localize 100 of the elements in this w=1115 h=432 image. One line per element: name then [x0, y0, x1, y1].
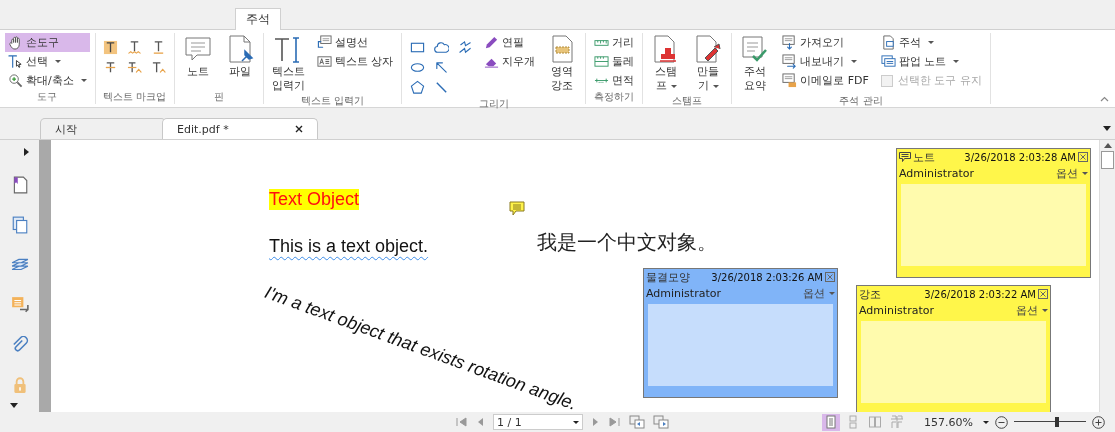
popup-author: Administrator — [859, 303, 934, 317]
popup-title: 노트 — [913, 149, 935, 165]
document-pen-icon — [693, 34, 724, 64]
document-tab[interactable]: Edit.pdf * — [162, 118, 318, 139]
caret-icon[interactable] — [927, 41, 934, 44]
caret-icon[interactable] — [712, 84, 719, 88]
ribbon-button[interactable]: 영역 강조 — [544, 33, 581, 97]
popup-title: 물결모양 — [646, 269, 690, 285]
highlighted-heading: Text Object — [269, 189, 360, 210]
ribbon-button[interactable]: 텍스트 상자 — [313, 52, 397, 71]
group-label: 스탬프 — [671, 94, 704, 108]
ribbon-button[interactable]: 파일 — [221, 33, 258, 90]
ribbon-button[interactable]: 노트 — [179, 33, 216, 90]
text-box-icon — [316, 54, 332, 69]
caret-icon[interactable] — [55, 60, 61, 63]
ribbon-button[interactable]: 지우개 — [481, 52, 539, 71]
popup-timestamp: 3/26/2018 2:03:28 AM — [964, 151, 1076, 163]
chinese-text: 我是一个中文对象。 — [537, 229, 717, 256]
scroll-down-caret-icon[interactable] — [10, 403, 18, 408]
page-layout-icon — [869, 415, 882, 429]
ribbon-button[interactable]: 주석 요약 — [737, 33, 774, 94]
page-layout-icon — [847, 415, 860, 429]
ribbon-tab[interactable]: 주석 — [235, 8, 281, 30]
options-menu[interactable]: 옵션 — [1016, 302, 1048, 318]
view-mode-button[interactable] — [822, 413, 841, 431]
group-label: 도구 — [36, 90, 59, 104]
caret-icon[interactable] — [851, 60, 858, 63]
popup-note-icon — [880, 54, 896, 69]
zoom-out-icon[interactable] — [995, 415, 1008, 429]
zoom-slider[interactable] — [1014, 416, 1086, 428]
first-page-icon[interactable] — [455, 416, 467, 428]
ribbon-button[interactable]: 가져오기 — [779, 33, 872, 52]
zoom-level-field[interactable]: 157.60% — [924, 415, 973, 429]
text-select-icon — [8, 54, 23, 69]
zoom-icon — [8, 73, 23, 88]
ribbon-button[interactable]: 면적 — [591, 71, 638, 90]
rotated-text: I'm a text object that exists rotation angle. — [261, 282, 580, 412]
group-label: 텍스트 입력기 — [299, 94, 366, 108]
page-layout-icon — [825, 415, 838, 429]
expand-caret-icon[interactable] — [24, 148, 29, 156]
ribbon-button[interactable]: 텍스트 입력기 — [268, 33, 308, 94]
next-view-icon[interactable] — [653, 415, 669, 429]
ribbon-button[interactable]: 거리 — [591, 33, 638, 52]
caret-icon[interactable] — [80, 79, 87, 82]
group-label: 측정하기 — [593, 90, 636, 104]
collapse-ribbon-icon[interactable] — [1100, 96, 1109, 102]
tab-list-caret-icon[interactable] — [1103, 126, 1111, 131]
popup-timestamp: 3/26/2018 2:03:26 AM — [711, 271, 823, 283]
ribbon-button[interactable]: 설명선 — [313, 33, 397, 52]
pages-icon[interactable] — [10, 215, 29, 234]
slider-thumb[interactable] — [1055, 417, 1060, 427]
ribbon-button[interactable]: 손도구 — [5, 33, 90, 52]
ribbon-button[interactable]: 둘레 — [591, 52, 638, 71]
popup-author: Administrator — [646, 286, 721, 300]
ribbon-button[interactable]: 주석 — [877, 33, 985, 52]
note-marker-icon[interactable] — [509, 201, 525, 216]
highlight-icon — [103, 39, 119, 55]
callout-icon — [316, 35, 332, 50]
ruler-icon — [594, 54, 610, 69]
comment-popup[interactable]: 물결모양 3/26/2018 2:03:26 AM Administrator 옵션 — [643, 268, 838, 398]
caret-icon[interactable] — [983, 420, 989, 424]
hand-icon — [8, 35, 23, 50]
popup-author: Administrator — [899, 166, 974, 180]
close-icon[interactable] — [295, 125, 303, 133]
group-label: 핀 — [212, 90, 225, 104]
vertical-scrollbar[interactable] — [1099, 140, 1115, 412]
document-comment-icon — [880, 35, 896, 50]
squiggly-underline-icon — [127, 39, 143, 55]
import-icon — [782, 35, 798, 50]
tab-label: Edit.pdf * — [177, 122, 229, 136]
comment-popup[interactable]: 강조 3/26/2018 2:03:22 AM Administrator 옵션 — [856, 285, 1051, 412]
ribbon-button[interactable]: 연필 — [481, 33, 539, 52]
ribbon-button[interactable]: 내보내기 — [779, 52, 872, 71]
last-page-icon[interactable] — [609, 416, 621, 428]
email-icon — [782, 73, 798, 88]
squiggly-underlined-text: This is a text object. — [269, 236, 429, 257]
zoom-in-icon[interactable] — [1092, 415, 1105, 429]
comment-popup[interactable]: 노트 3/26/2018 2:03:28 AM Administrator 옵션 — [896, 148, 1091, 278]
ribbon-button[interactable]: 팝업 노트 — [877, 52, 985, 71]
page-number-field[interactable]: 1 / 1 — [493, 414, 583, 430]
ribbon-button[interactable]: 이메일로 FDF — [779, 71, 872, 90]
scrollbar-thumb[interactable] — [1101, 151, 1114, 169]
ribbon-button[interactable]: 선택 — [5, 52, 90, 71]
options-menu[interactable]: 옵션 — [803, 285, 835, 301]
caret-icon[interactable] — [953, 60, 960, 63]
page-layout-icon — [891, 415, 904, 429]
ribbon-button[interactable]: 스탬 프 — [648, 33, 685, 94]
previous-view-icon[interactable] — [629, 415, 645, 429]
popup-title: 강조 — [859, 286, 881, 302]
options-menu[interactable]: 옵션 — [1056, 165, 1088, 181]
pencil-icon — [484, 35, 500, 50]
group-label: 그리기 — [477, 97, 510, 111]
comments-icon[interactable] — [10, 295, 29, 314]
ribbon-button[interactable]: 만들 기 — [690, 33, 727, 94]
replace-text-icon — [127, 59, 143, 75]
popup-timestamp: 3/26/2018 2:03:22 AM — [924, 288, 1036, 300]
caret-icon[interactable] — [670, 84, 677, 88]
scroll-up-icon[interactable] — [1103, 143, 1112, 148]
polyline-icon — [457, 39, 473, 55]
ribbon-button[interactable]: 확대/축소 — [5, 71, 90, 90]
